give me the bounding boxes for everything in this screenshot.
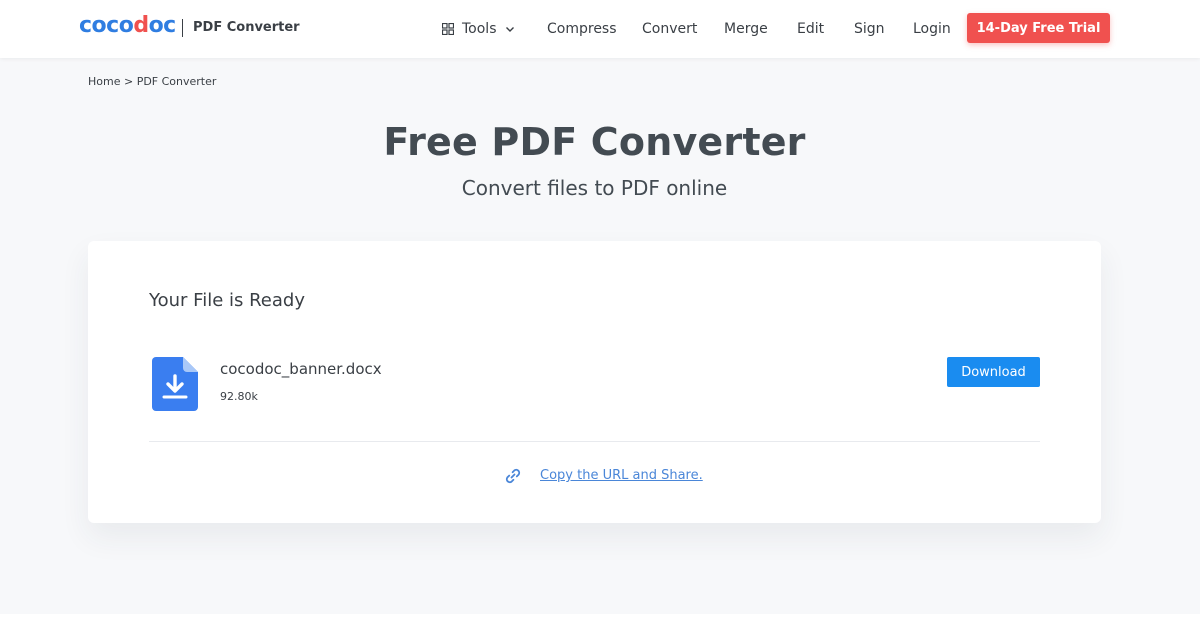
page-subtitle: Convert files to PDF online	[461, 176, 728, 200]
free-trial-button[interactable]: 14-Day Free Trial	[967, 13, 1110, 43]
site-header: coco d oc PDF Converter Tools Compress Con…	[0, 0, 1200, 58]
nav-convert[interactable]: Convert	[642, 19, 697, 39]
logo-text-part3: oc	[148, 13, 177, 38]
download-button[interactable]: Download	[947, 357, 1040, 387]
nav-login[interactable]: Login	[913, 19, 951, 39]
footer-strip	[0, 614, 1200, 635]
main-content: Home > PDF Converter Free PDF Converter …	[0, 58, 1200, 614]
nav-tools-dropdown[interactable]: Tools	[442, 19, 515, 39]
chevron-down-icon	[505, 27, 514, 32]
product-name: PDF Converter	[193, 20, 300, 35]
link-icon[interactable]	[504, 467, 522, 485]
file-download-icon	[152, 357, 198, 411]
grid-icon	[442, 23, 454, 35]
nav-sign[interactable]: Sign	[854, 19, 885, 39]
nav-edit[interactable]: Edit	[797, 19, 824, 39]
nav-tools-label: Tools	[462, 21, 497, 37]
page-title: Free PDF Converter	[383, 120, 806, 164]
card-divider	[149, 441, 1040, 442]
breadcrumb[interactable]: Home > PDF Converter	[88, 75, 216, 88]
logo-text-part2: d	[133, 13, 149, 38]
nav-merge[interactable]: Merge	[724, 19, 768, 39]
card-heading: Your File is Ready	[149, 290, 305, 311]
file-ready-card: Your File is Ready cocodoc_banner.docx 9…	[88, 241, 1101, 523]
logo-divider	[182, 19, 183, 37]
nav-compress[interactable]: Compress	[547, 19, 617, 39]
logo-text-part1: coco	[79, 13, 134, 38]
cocodoc-logo[interactable]: coco d oc	[79, 13, 176, 38]
file-name: cocodoc_banner.docx	[220, 360, 382, 378]
copy-url-share-link[interactable]: Copy the URL and Share.	[540, 468, 703, 483]
file-size: 92.80k	[220, 390, 258, 403]
